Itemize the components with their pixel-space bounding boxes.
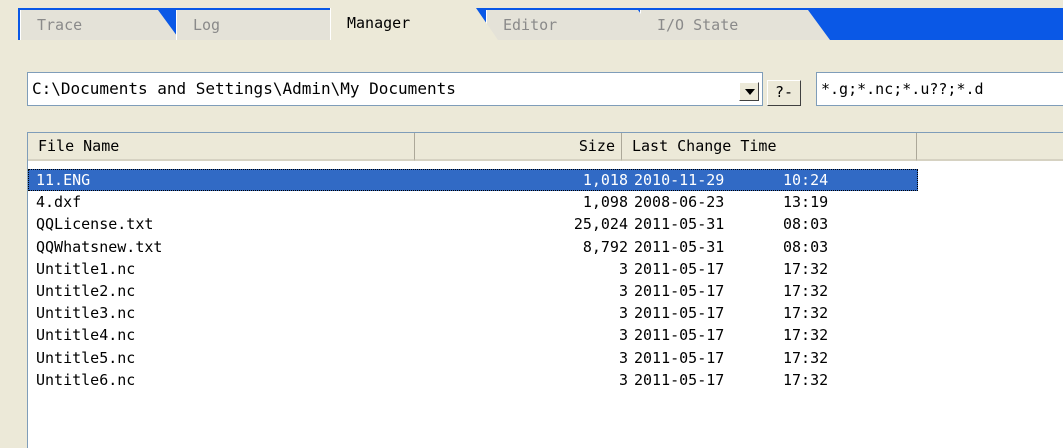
file-size: 25,024	[573, 215, 628, 234]
path-combobox[interactable]: C:\Documents and Settings\Admin\My Docum…	[27, 72, 763, 106]
file-size: 1,018	[582, 171, 628, 189]
file-list-rows: 11.ENG 1,018 2010-11-29 10:24 4.dxf 1,098 2008…	[28, 169, 918, 391]
file-row[interactable]: Untitle4.nc 3 2011-05-17 17:32	[28, 324, 918, 346]
file-date: 2010-11-29	[634, 171, 725, 189]
file-size: 3	[618, 259, 628, 278]
help-button[interactable]: ?-	[767, 80, 801, 106]
file-date: 2008-06-23	[634, 193, 725, 212]
file-row[interactable]: 11.ENG 1,018 2010-11-29 10:24	[28, 169, 918, 192]
column-header-file-name[interactable]: File Name	[28, 133, 415, 161]
tab-log[interactable]: Log	[176, 10, 356, 40]
file-date: 2011-05-17	[634, 370, 725, 389]
file-time: 13:19	[783, 193, 829, 212]
file-row[interactable]: Untitle5.nc 3 2011-05-17 17:32	[28, 347, 918, 369]
column-header-last-change-time[interactable]: Last Change Time	[622, 133, 917, 161]
file-date: 2011-05-17	[634, 326, 725, 345]
file-row[interactable]: 4.dxf 1,098 2008-06-23 13:19	[28, 191, 918, 213]
file-size: 3	[618, 370, 628, 389]
tab-strip: Trace Log Editor I/O State Manager	[0, 0, 1063, 46]
file-size: 1,098	[582, 193, 628, 212]
path-dropdown-button[interactable]	[739, 82, 759, 101]
file-row[interactable]: Untitle2.nc 3 2011-05-17 17:32	[28, 280, 918, 302]
file-name: Untitle3.nc	[36, 304, 136, 323]
tab-io-state[interactable]: I/O State	[640, 10, 830, 40]
file-row[interactable]: QQLicense.txt 25,024 2011-05-31 08:03	[28, 213, 918, 235]
file-name: Untitle5.nc	[36, 348, 136, 367]
file-time: 17:32	[783, 281, 829, 300]
file-time: 17:32	[783, 259, 829, 278]
file-size: 8,792	[582, 237, 628, 256]
file-date: 2011-05-31	[634, 215, 725, 234]
file-size: 3	[618, 326, 628, 345]
chevron-down-icon	[745, 89, 755, 95]
file-size: 3	[618, 304, 628, 323]
file-size: 3	[618, 281, 628, 300]
file-date: 2011-05-31	[634, 237, 725, 256]
file-name: Untitle2.nc	[36, 281, 136, 300]
file-time: 10:24	[783, 171, 829, 189]
file-time: 17:32	[783, 348, 829, 367]
file-row[interactable]: Untitle3.nc 3 2011-05-17 17:32	[28, 302, 918, 324]
file-name: Untitle6.nc	[36, 370, 136, 389]
column-header-filler	[917, 133, 1063, 161]
file-row[interactable]: QQWhatsnew.txt 8,792 2011-05-31 08:03	[28, 236, 918, 258]
tab-manager[interactable]: Manager	[330, 8, 498, 40]
tab-editor[interactable]: Editor	[486, 10, 660, 40]
file-list-header: File Name Size Last Change Time	[28, 133, 1063, 161]
file-name: QQWhatsnew.txt	[36, 237, 163, 256]
file-size: 3	[618, 348, 628, 367]
file-time: 17:32	[783, 304, 829, 323]
file-list[interactable]: File Name Size Last Change Time 11.ENG 1,…	[27, 132, 1063, 448]
column-header-size[interactable]: Size	[415, 133, 622, 161]
file-name: Untitle1.nc	[36, 259, 136, 278]
file-date: 2011-05-17	[634, 259, 725, 278]
file-filter-input[interactable]: *.g;*.nc;*.u??;*.d	[816, 72, 1063, 106]
file-date: 2011-05-17	[634, 281, 725, 300]
file-date: 2011-05-17	[634, 348, 725, 367]
file-name: Untitle4.nc	[36, 326, 136, 345]
file-row[interactable]: Untitle6.nc 3 2011-05-17 17:32	[28, 369, 918, 391]
file-name: QQLicense.txt	[36, 215, 154, 234]
file-date: 2011-05-17	[634, 304, 725, 323]
file-time: 08:03	[783, 237, 829, 256]
file-name: 11.ENG	[36, 171, 91, 189]
file-row[interactable]: Untitle1.nc 3 2011-05-17 17:32	[28, 258, 918, 280]
file-time: 17:32	[783, 370, 829, 389]
tab-trace[interactable]: Trace	[20, 10, 180, 40]
file-name: 4.dxf	[36, 193, 82, 212]
file-time: 17:32	[783, 326, 829, 345]
file-time: 08:03	[783, 215, 829, 234]
path-value: C:\Documents and Settings\Admin\My Docum…	[32, 79, 456, 98]
